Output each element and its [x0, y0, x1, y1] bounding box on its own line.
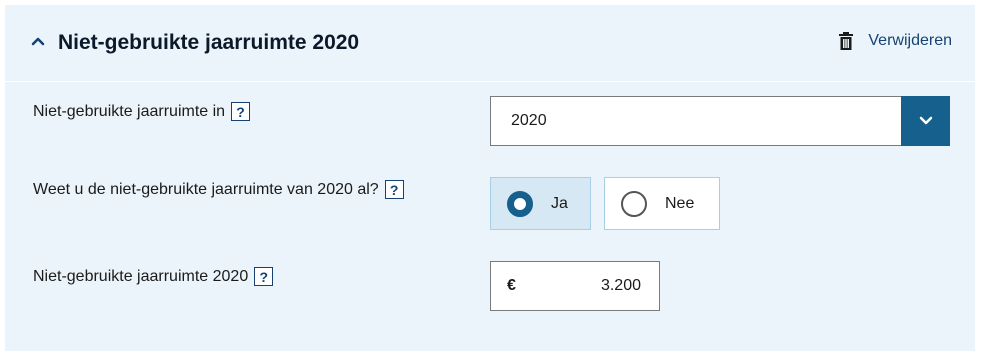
known-field-label: Weet u de niet-gebruikte jaarruimte van … [33, 180, 404, 199]
section-title: Niet-gebruikte jaarruimte 2020 [58, 31, 360, 54]
delete-label[interactable]: Verwijderen [868, 32, 952, 50]
chevron-down-icon [919, 116, 932, 125]
amount-input[interactable]: € 3.200 [490, 261, 660, 311]
delete-button[interactable]: Verwijderen [838, 32, 952, 50]
known-label-text: Weet u de niet-gebruikte jaarruimte van … [33, 180, 379, 198]
radio-ja-label[interactable]: Ja [551, 195, 568, 213]
currency-symbol: € [507, 277, 516, 294]
radio-ja-indicator[interactable] [507, 190, 533, 217]
amount-help-button[interactable]: ? [254, 267, 274, 286]
amount-value[interactable]: 3.200 [601, 277, 641, 295]
amount-field-label: Niet-gebruikte jaarruimte 2020 ? [33, 267, 274, 286]
jaarruimte-panel: Niet-gebruikte jaarruimte 2020 Verwijder… [5, 5, 975, 351]
year-select[interactable]: 2020 [490, 96, 950, 146]
year-field-label: Niet-gebruikte jaarruimte in ? [33, 102, 251, 121]
year-select-toggle[interactable] [901, 96, 950, 146]
year-select-value: 2020 [511, 112, 547, 129]
year-label-text: Niet-gebruikte jaarruimte in [33, 102, 226, 120]
known-help-button[interactable]: ? [384, 180, 404, 199]
section-header: Niet-gebruikte jaarruimte 2020 Verwijder… [5, 5, 975, 82]
radio-nee[interactable]: Nee [604, 177, 720, 230]
trash-icon [839, 32, 854, 50]
chevron-up-icon[interactable] [30, 33, 46, 49]
radio-nee-indicator[interactable] [621, 190, 647, 217]
year-help-button[interactable]: ? [231, 102, 251, 121]
radio-nee-label[interactable]: Nee [665, 195, 694, 213]
amount-label-text: Niet-gebruikte jaarruimte 2020 [33, 267, 249, 285]
radio-ja[interactable]: Ja [490, 177, 591, 230]
